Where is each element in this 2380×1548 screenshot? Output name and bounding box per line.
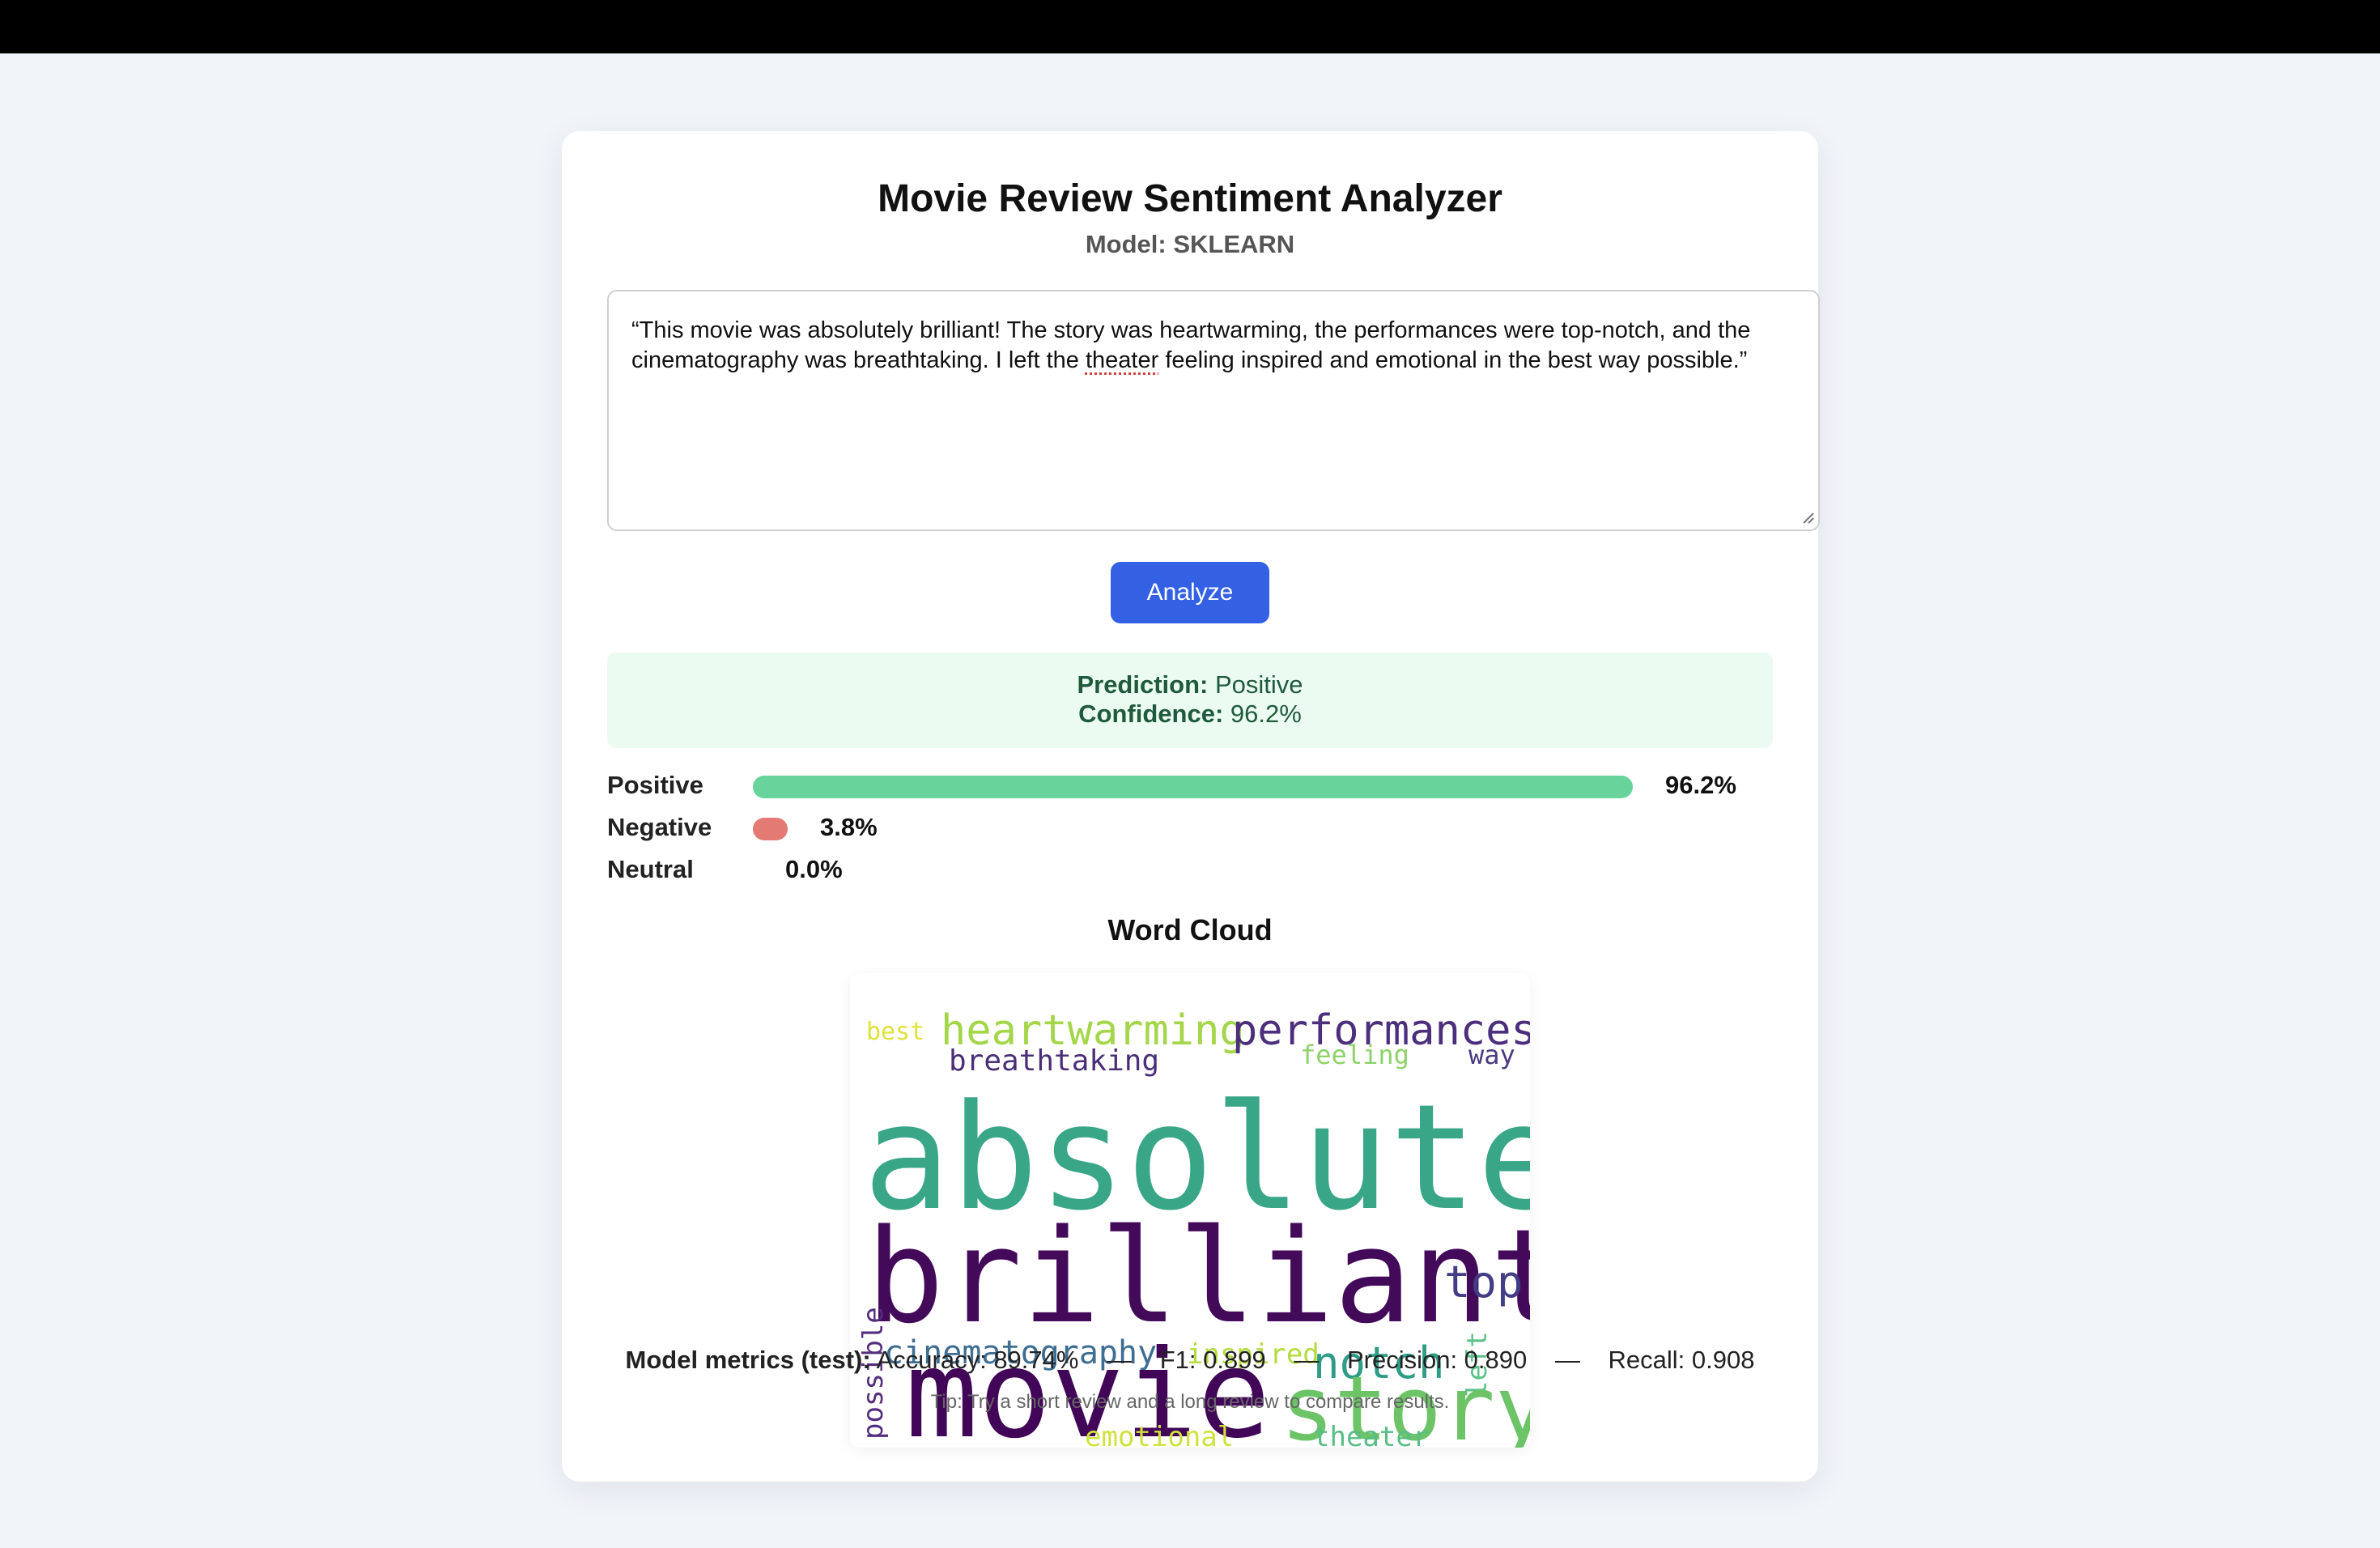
metric-f1: F1: 0.899 <box>1159 1346 1266 1374</box>
negative-bar-track <box>753 818 1668 840</box>
metrics-separator: — <box>1294 1346 1320 1374</box>
positive-value: 96.2% <box>1665 771 1736 799</box>
word-best: best <box>866 1018 924 1046</box>
model-label: Model: <box>1085 230 1167 258</box>
metric-recall: Recall: 0.908 <box>1608 1346 1755 1374</box>
page-title: Movie Review Sentiment Analyzer <box>878 177 1502 220</box>
browser-top-bar <box>0 0 2380 53</box>
metrics-separator: — <box>1554 1346 1580 1374</box>
neutral-value: 0.0% <box>785 855 843 883</box>
word-theater: theater <box>1313 1421 1429 1448</box>
review-text-after: feeling inspired and emotional in the be… <box>1158 347 1748 373</box>
confidence-line: Confidence: 96.2% <box>607 700 1773 729</box>
resize-grip-icon[interactable] <box>1800 510 1815 525</box>
prediction-label: Prediction: <box>1077 670 1209 699</box>
word-way: way <box>1468 1040 1515 1070</box>
metric-precision: Precision: 0.890 <box>1346 1346 1528 1374</box>
neutral-bar-track <box>753 860 1668 882</box>
word-cloud-title: Word Cloud <box>1107 913 1273 946</box>
word-top: top <box>1444 1257 1524 1308</box>
negative-label: Negative <box>607 813 712 841</box>
word-cloud-image: best heartwarming performances breathtak… <box>850 973 1530 1448</box>
word-emotional: emotional <box>1085 1421 1234 1448</box>
word-feeling: feeling <box>1300 1040 1409 1070</box>
metric-accuracy: Accuracy: 89.74% <box>876 1346 1079 1374</box>
positive-bar-fill <box>753 776 1633 798</box>
prediction-line: Prediction: Positive <box>607 670 1773 700</box>
negative-bar-fill <box>753 818 788 840</box>
tip-text: Tip: Try a short review and a long revie… <box>930 1391 1450 1413</box>
model-subtitle: Model: SKLEARN <box>562 230 1818 259</box>
confidence-label: Confidence: <box>1078 700 1224 728</box>
model-metrics: Model metrics (test): Accuracy: 89.74% —… <box>562 1346 1818 1375</box>
review-misspelled-word: theater <box>1085 347 1159 373</box>
negative-value: 3.8% <box>820 813 878 841</box>
prediction-value: Positive <box>1214 670 1303 699</box>
metrics-separator: — <box>1107 1346 1133 1374</box>
positive-bar-track <box>753 776 1668 798</box>
neutral-label: Neutral <box>607 855 694 883</box>
prediction-result-box: Prediction: Positive Confidence: 96.2% <box>607 653 1773 748</box>
model-name: SKLEARN <box>1173 230 1295 258</box>
confidence-value: 96.2% <box>1230 700 1302 728</box>
metrics-label: Model metrics (test): <box>625 1346 871 1374</box>
positive-label: Positive <box>607 771 703 799</box>
word-breathtaking: breathtaking <box>949 1044 1159 1078</box>
analyzer-card: Movie Review Sentiment Analyzer Model: S… <box>562 131 1820 1482</box>
analyze-button[interactable]: Analyze <box>1111 562 1269 623</box>
review-textarea[interactable]: “This movie was absolutely brilliant! Th… <box>607 290 1820 531</box>
